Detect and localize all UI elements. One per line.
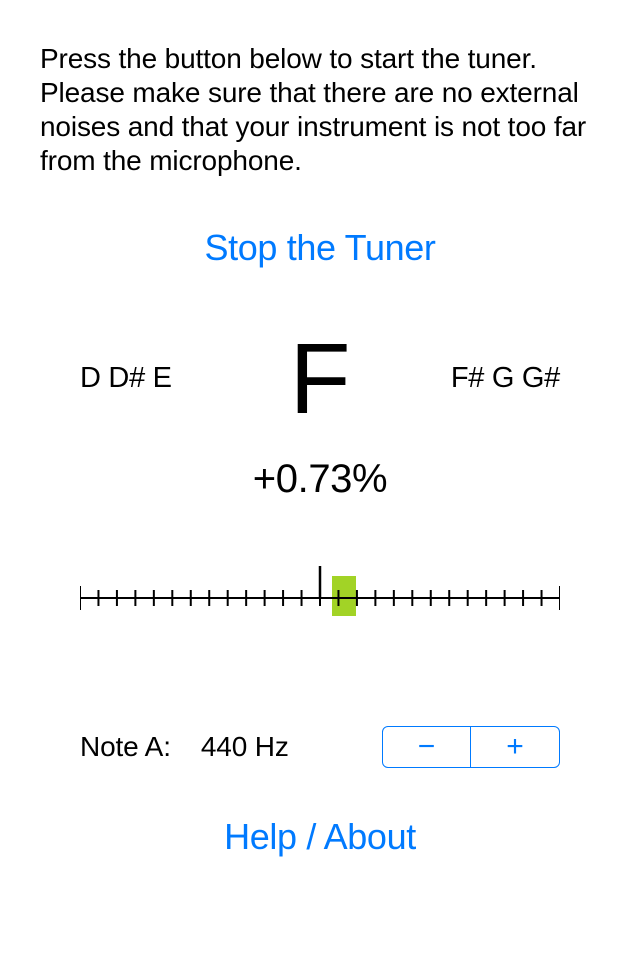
help-about-button[interactable]: Help / About: [40, 816, 600, 858]
scale-axis: [80, 566, 560, 622]
deviation-label: +0.73%: [40, 457, 600, 502]
note-display-row: D D# E F F# G G#: [40, 329, 600, 429]
tuning-scale: [40, 566, 600, 622]
increase-button[interactable]: +: [471, 727, 559, 767]
tuner-screen: Press the button below to start the tune…: [0, 0, 640, 960]
decrease-button[interactable]: −: [383, 727, 471, 767]
reference-label: Note A:: [80, 731, 171, 763]
reference-row: Note A: 440 Hz − +: [40, 726, 600, 768]
minus-icon: −: [418, 732, 435, 762]
reference-stepper: − +: [382, 726, 560, 768]
plus-icon: +: [506, 732, 523, 762]
notes-left-label: D D# E: [80, 362, 210, 395]
reference-value: 440 Hz: [201, 731, 289, 763]
instructions-text: Press the button below to start the tune…: [40, 42, 600, 179]
current-note-label: F: [290, 329, 351, 429]
toggle-tuner-button[interactable]: Stop the Tuner: [40, 227, 600, 269]
notes-right-label: F# G G#: [430, 362, 560, 395]
